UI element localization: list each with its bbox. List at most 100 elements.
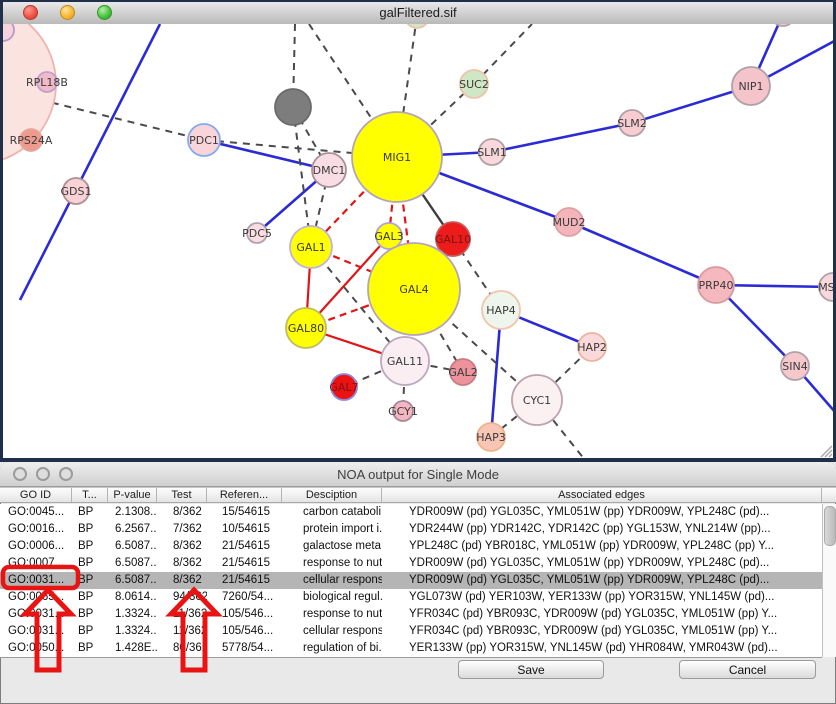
node-GAL80[interactable]: GAL80: [286, 308, 326, 348]
node-MIG1[interactable]: MIG1: [352, 112, 442, 202]
table-row[interactable]: GO:0031...BP1.3324...11/362105/546...res…: [0, 606, 822, 623]
node-label: GAL11: [387, 355, 423, 368]
column-header-pvalue[interactable]: P-value: [108, 488, 157, 502]
table-row[interactable]: GO:0031...BP1.3324...11/362105/546...cel…: [0, 623, 822, 640]
cell: BP: [72, 640, 108, 657]
cell: cellular respons...: [282, 623, 382, 640]
cell: BP: [72, 623, 108, 640]
cell: GO:0031...: [0, 606, 72, 623]
cell: biological regul...: [282, 589, 382, 606]
node-label: HAP3: [476, 431, 505, 444]
cell: GO:0006...: [0, 538, 72, 555]
column-header-associatededges[interactable]: Associated edges: [382, 488, 822, 502]
cell: 6.5087...: [108, 572, 157, 589]
node-GAL4[interactable]: GAL4: [368, 243, 460, 335]
node-label: CYC1: [523, 394, 551, 407]
column-header-desciption[interactable]: Desciption: [282, 488, 382, 502]
network-canvas[interactable]: RPL18B RPS24A GDS1 PDC1 DMC1 SUC2 MIG1 SLM1 SLM2…: [3, 24, 833, 458]
edge-PDC1-DMC1: [204, 140, 329, 170]
column-header-goid[interactable]: GO ID: [0, 488, 72, 502]
node-PDC5[interactable]: PDC5: [242, 223, 272, 243]
cell: 105/546...: [207, 606, 282, 623]
network-window-titlebar[interactable]: galFiltered.sif: [3, 2, 833, 25]
node-HAP4[interactable]: HAP4: [482, 291, 520, 329]
node-CYC1[interactable]: CYC1: [512, 375, 562, 425]
node-GDS1[interactable]: GDS1: [61, 178, 92, 204]
cell: GO:0065...: [0, 589, 72, 606]
cell: 8/362: [157, 555, 207, 572]
cell: YDR244W (pp) YDR142C, YDR142C (pp) YGL15…: [382, 521, 822, 538]
column-header-t[interactable]: T...: [72, 488, 108, 502]
table-row[interactable]: GO:0007...BP6.5087...8/36221/54615respon…: [0, 555, 822, 572]
resize-grip[interactable]: [821, 446, 832, 457]
cell: YDR009W (pd) YGL035C, YML051W (pp) YDR00…: [382, 572, 822, 589]
node-NIP1[interactable]: NIP1: [732, 67, 770, 105]
node-label: MSL1: [818, 281, 833, 294]
node-label: RPL18B: [26, 76, 68, 89]
table-row[interactable]: GO:0031...BP6.5087...8/36221/54615cellul…: [0, 572, 822, 589]
table-row[interactable]: GO:0006...BP6.5087...8/36221/54615galact…: [0, 538, 822, 555]
node-DMC1[interactable]: DMC1: [312, 153, 346, 187]
cell: BP: [72, 521, 108, 538]
node-GCY1[interactable]: GCY1: [388, 401, 418, 421]
cell: cellular respons...: [282, 572, 382, 589]
cell: BP: [72, 572, 108, 589]
table-row[interactable]: GO:0050...BP1.428E...80/3625778/54...reg…: [0, 640, 822, 657]
cancel-button[interactable]: Cancel: [679, 660, 816, 679]
node-label: GDS1: [61, 185, 92, 198]
node-TR1[interactable]: [771, 24, 795, 26]
node-HAP2[interactable]: HAP2: [577, 333, 606, 361]
cell: 11/362: [157, 606, 207, 623]
cell: regulation of bi...: [282, 640, 382, 657]
column-header-test[interactable]: Test: [157, 488, 207, 502]
node-label: PDC5: [242, 227, 272, 240]
node-HAP3[interactable]: HAP3: [476, 423, 505, 451]
column-header-referen[interactable]: Referen...: [207, 488, 282, 502]
node-label: SLM1: [477, 146, 507, 159]
cell: 6.5087...: [108, 538, 157, 555]
cell: galactose meta...: [282, 538, 382, 555]
node-SLM1[interactable]: SLM1: [477, 139, 507, 165]
cell: 8/362: [157, 504, 207, 521]
node-GRAY[interactable]: [275, 89, 311, 125]
noa-output-window: NOA output for Single Mode GO IDT...P-va…: [0, 462, 836, 704]
node-GT1[interactable]: [405, 24, 429, 28]
node-label: GAL80: [288, 322, 324, 335]
cell: 1.3324...: [108, 606, 157, 623]
node-PDC1[interactable]: PDC1: [188, 124, 220, 156]
node-MUD2[interactable]: MUD2: [552, 208, 585, 236]
cell: GO:0007...: [0, 555, 72, 572]
node-label: GCY1: [388, 405, 418, 418]
node-MSL1[interactable]: MSL1: [818, 273, 833, 301]
cell: 7/362: [157, 521, 207, 538]
save-button[interactable]: Save: [458, 660, 604, 679]
cell: 2.1308...: [108, 504, 157, 521]
node-SIN4[interactable]: SIN4: [781, 352, 809, 380]
cell: 1.428E...: [108, 640, 157, 657]
cell: 21/54615: [207, 538, 282, 555]
cell: 1.3324...: [108, 623, 157, 640]
cell: YFR034C (pd) YBR093C, YDR009W (pd) YGL03…: [382, 623, 822, 640]
table-row[interactable]: GO:0016...BP6.2567...7/36210/54615protei…: [0, 521, 822, 538]
table-row[interactable]: GO:0045...BP2.1308...8/36215/54615carbon…: [0, 504, 822, 521]
network-svg[interactable]: RPL18B RPS24A GDS1 PDC1 DMC1 SUC2 MIG1 SLM1 SLM2…: [3, 24, 833, 458]
vertical-scrollbar[interactable]: [822, 504, 836, 657]
node-label: HAP4: [486, 304, 515, 317]
scrollbar-thumb[interactable]: [824, 506, 836, 546]
node-label: RPS24A: [10, 134, 53, 147]
node-label: GAL10: [435, 233, 471, 246]
noa-window-titlebar[interactable]: NOA output for Single Mode: [0, 462, 836, 487]
node-PRP40[interactable]: PRP40: [698, 267, 734, 303]
header-scrollbar-corner: [822, 488, 836, 502]
cell: BP: [72, 606, 108, 623]
node-GAL2[interactable]: GAL2: [448, 359, 477, 385]
node-GAL7[interactable]: GAL7: [329, 374, 358, 400]
node-label: GAL1: [296, 241, 325, 254]
node-SUC2[interactable]: SUC2: [459, 70, 489, 98]
node-SLM2[interactable]: SLM2: [617, 110, 647, 136]
cell: 21/54615: [207, 572, 282, 589]
table-row[interactable]: GO:0065...BP8.0614...94/3627260/54...bio…: [0, 589, 822, 606]
node-GAL11[interactable]: GAL11: [381, 337, 429, 385]
node-GAL1[interactable]: GAL1: [290, 226, 332, 268]
node-label: DMC1: [313, 164, 346, 177]
